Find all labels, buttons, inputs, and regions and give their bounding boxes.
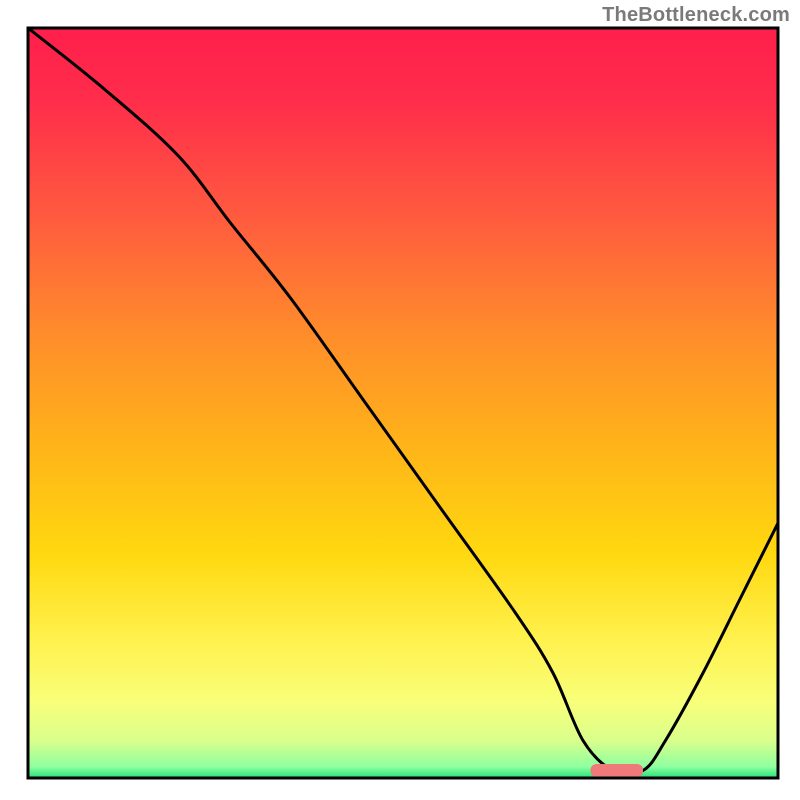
chart-container: TheBottleneck.com (0, 0, 800, 800)
watermark-text: TheBottleneck.com (602, 4, 790, 27)
gradient-background (28, 28, 778, 778)
bottleneck-chart (0, 0, 800, 800)
optimal-range-marker (591, 764, 644, 777)
